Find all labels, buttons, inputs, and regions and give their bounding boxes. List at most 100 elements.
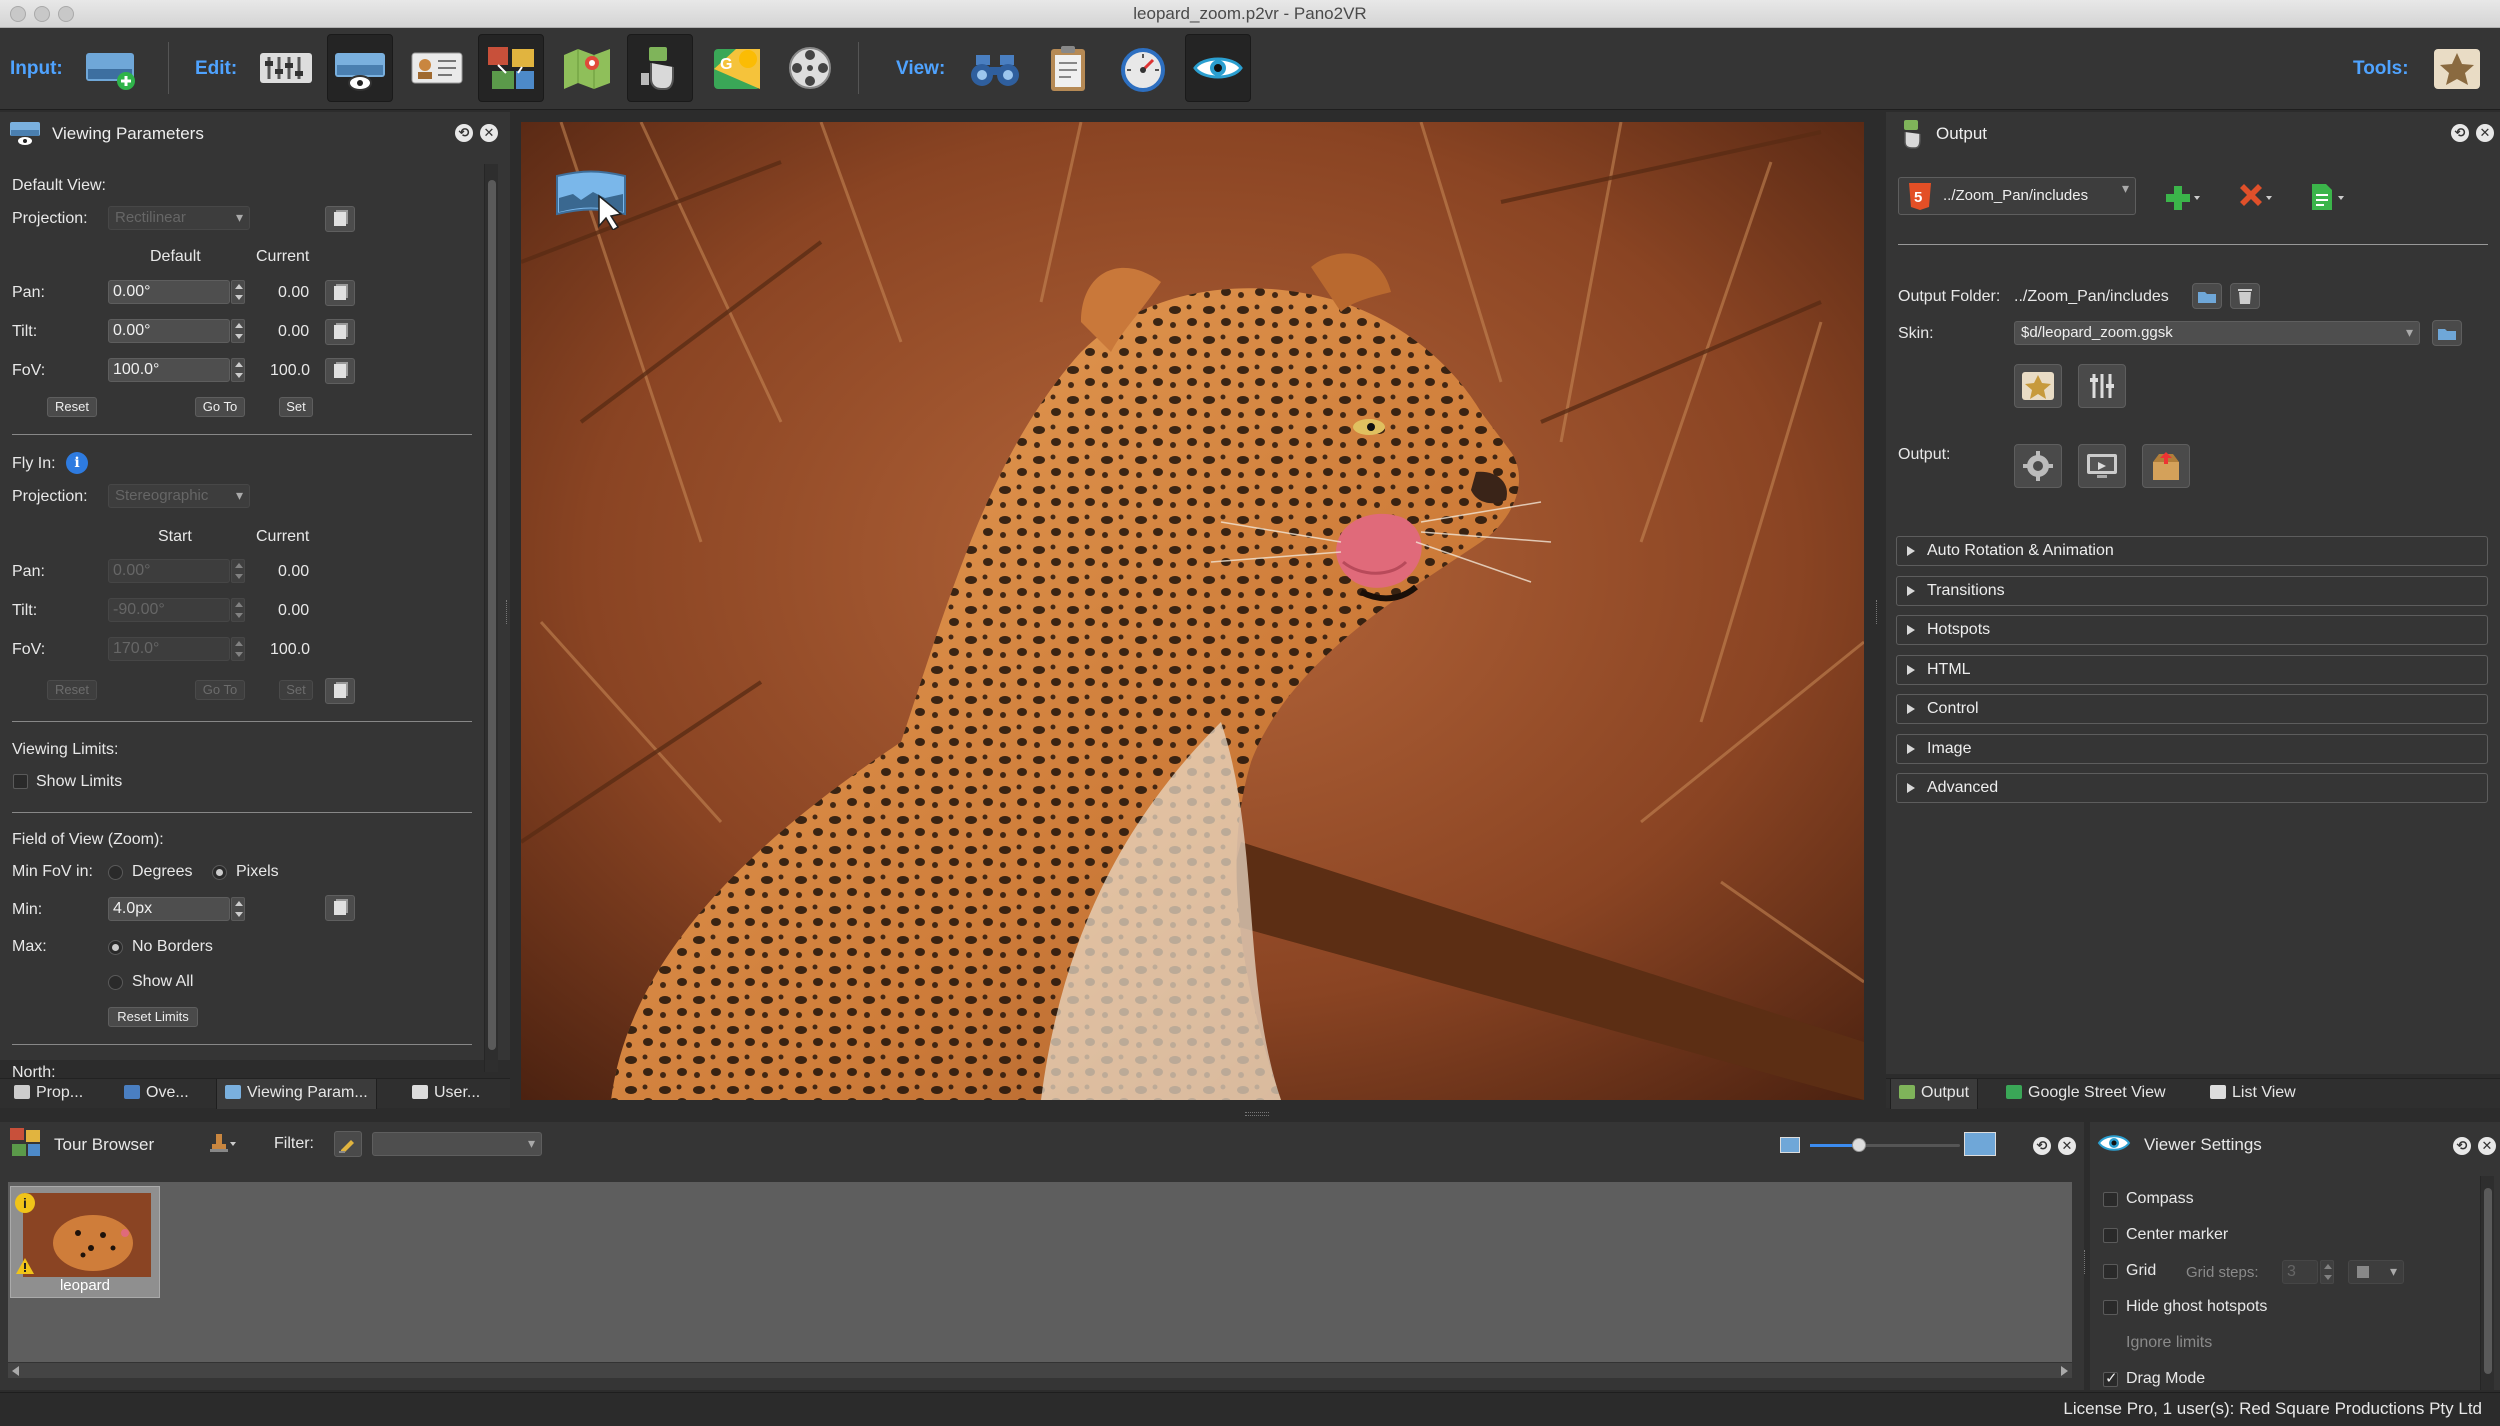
fly-in-fov-stepper[interactable] bbox=[231, 637, 245, 661]
sort-menu-button[interactable] bbox=[206, 1130, 236, 1161]
close-panel-button[interactable]: ✕ bbox=[2476, 124, 2494, 142]
min-fov-stepper[interactable] bbox=[231, 897, 245, 921]
splitter-handle[interactable] bbox=[1245, 1112, 1269, 1116]
tools-button[interactable] bbox=[2424, 34, 2490, 102]
grid-steps-input[interactable]: 3 bbox=[2282, 1260, 2318, 1284]
tab-overview[interactable]: Ove... bbox=[116, 1079, 197, 1109]
scroll-thumb[interactable] bbox=[2484, 1188, 2492, 1374]
min-fov-input[interactable]: 4.0px bbox=[108, 897, 230, 921]
fly-in-set-button[interactable]: Set bbox=[279, 680, 313, 700]
viewer-settings-scrollbar[interactable] bbox=[2480, 1176, 2494, 1390]
splitter-handle[interactable] bbox=[1876, 600, 1880, 624]
google-street-view-button[interactable]: G bbox=[704, 34, 770, 102]
horizontal-scrollbar[interactable] bbox=[8, 1362, 2072, 1378]
tour-browser-content[interactable]: i leopard bbox=[8, 1182, 2072, 1378]
scroll-right-icon[interactable] bbox=[2061, 1366, 2068, 1376]
close-panel-button[interactable]: ✕ bbox=[480, 124, 498, 142]
hide-ghost-hotspots-checkbox[interactable] bbox=[2103, 1300, 2118, 1315]
image-settings-button[interactable] bbox=[253, 34, 319, 102]
preview-button[interactable] bbox=[2078, 444, 2126, 488]
copy-button[interactable] bbox=[325, 206, 355, 232]
info-icon[interactable]: i bbox=[66, 452, 88, 474]
section-html[interactable]: HTML bbox=[1896, 655, 2488, 685]
output-file-button[interactable] bbox=[2308, 182, 2344, 217]
animation-button[interactable] bbox=[627, 34, 693, 102]
add-output-button[interactable] bbox=[2164, 182, 2200, 217]
panorama-viewer[interactable] bbox=[521, 122, 1864, 1100]
filter-tag-button[interactable] bbox=[334, 1131, 362, 1157]
copy-min-button[interactable] bbox=[325, 895, 355, 921]
tour-navigation-overlay-icon[interactable] bbox=[553, 168, 629, 235]
thumbnail-size-slider[interactable] bbox=[1810, 1138, 1960, 1152]
filter-input[interactable] bbox=[372, 1132, 542, 1156]
slider-thumb[interactable] bbox=[1852, 1138, 1866, 1152]
output-settings-button[interactable] bbox=[2014, 444, 2062, 488]
copy-tilt-button[interactable] bbox=[325, 319, 355, 345]
add-media-button[interactable] bbox=[78, 34, 144, 102]
tab-output[interactable]: Output bbox=[1890, 1079, 1979, 1109]
no-borders-radio[interactable] bbox=[108, 940, 123, 955]
open-skin-button[interactable] bbox=[2432, 320, 2462, 346]
fov-stepper[interactable] bbox=[231, 358, 245, 382]
grid-steps-stepper[interactable] bbox=[2320, 1260, 2334, 1284]
degrees-radio[interactable] bbox=[108, 865, 123, 880]
tab-list-view[interactable]: List View bbox=[2202, 1079, 2304, 1109]
default-projection-select[interactable]: Rectilinear bbox=[108, 206, 250, 230]
reset-limits-button[interactable]: Reset Limits bbox=[108, 1007, 198, 1027]
fly-in-tilt-input[interactable]: -90.00° bbox=[108, 598, 230, 622]
show-limits-checkbox[interactable] bbox=[13, 774, 28, 789]
tab-user-data[interactable]: User... bbox=[404, 1079, 488, 1109]
center-marker-checkbox[interactable] bbox=[2103, 1228, 2118, 1243]
pan-stepper[interactable] bbox=[231, 280, 245, 304]
open-folder-button[interactable] bbox=[2192, 283, 2222, 309]
float-panel-button[interactable]: ⟲ bbox=[2453, 1137, 2471, 1155]
default-pan-input[interactable]: 0.00° bbox=[108, 280, 230, 304]
skin-select[interactable]: $d/leopard_zoom.ggsk bbox=[2014, 321, 2420, 345]
viewing-parameters-button[interactable] bbox=[327, 34, 393, 102]
tour-browser-button[interactable] bbox=[478, 34, 544, 102]
pixels-radio[interactable] bbox=[212, 865, 227, 880]
skin-settings-button[interactable] bbox=[2078, 364, 2126, 408]
viewer-settings-button[interactable] bbox=[1185, 34, 1251, 102]
fly-in-goto-button[interactable]: Go To bbox=[195, 680, 245, 700]
fly-in-copy-button[interactable] bbox=[325, 678, 355, 704]
tab-properties[interactable]: Prop... bbox=[6, 1079, 91, 1109]
properties-clipboard-button[interactable] bbox=[1035, 34, 1101, 102]
fly-in-pan-input[interactable]: 0.00° bbox=[108, 559, 230, 583]
copy-pan-button[interactable] bbox=[325, 280, 355, 306]
splitter-handle[interactable] bbox=[506, 600, 510, 624]
fly-in-projection-select[interactable]: Stereographic bbox=[108, 484, 250, 508]
delete-output-button[interactable] bbox=[2236, 182, 2272, 217]
compass-checkbox[interactable] bbox=[2103, 1192, 2118, 1207]
reset-button[interactable]: Reset bbox=[47, 397, 97, 417]
output-target-select[interactable]: 5 ../Zoom_Pan/includes bbox=[1898, 177, 2136, 215]
overview-button[interactable] bbox=[1110, 34, 1176, 102]
package-button[interactable] bbox=[2142, 444, 2190, 488]
binoculars-button[interactable] bbox=[962, 34, 1028, 102]
fly-in-fov-input[interactable]: 170.0° bbox=[108, 637, 230, 661]
skin-editor-button[interactable] bbox=[2014, 364, 2062, 408]
scroll-thumb[interactable] bbox=[488, 180, 496, 1050]
panorama-thumbnail[interactable]: i leopard bbox=[10, 1186, 160, 1298]
goto-button[interactable]: Go To bbox=[195, 397, 245, 417]
tilt-stepper[interactable] bbox=[231, 319, 245, 343]
floor-plan-button[interactable] bbox=[554, 34, 620, 102]
grid-checkbox[interactable] bbox=[2103, 1264, 2118, 1279]
default-fov-input[interactable]: 100.0° bbox=[108, 358, 230, 382]
section-control[interactable]: Control bbox=[1896, 694, 2488, 724]
user-data-button[interactable] bbox=[404, 34, 470, 102]
set-button[interactable]: Set bbox=[279, 397, 313, 417]
copy-fov-button[interactable] bbox=[325, 358, 355, 384]
section-advanced[interactable]: Advanced bbox=[1896, 773, 2488, 803]
float-panel-button[interactable]: ⟲ bbox=[2451, 124, 2469, 142]
float-panel-button[interactable]: ⟲ bbox=[2033, 1137, 2051, 1155]
scroll-left-icon[interactable] bbox=[12, 1366, 19, 1376]
show-all-radio[interactable] bbox=[108, 975, 123, 990]
fly-in-reset-button[interactable]: Reset bbox=[47, 680, 97, 700]
grid-color-select[interactable] bbox=[2348, 1260, 2404, 1284]
section-image[interactable]: Image bbox=[1896, 734, 2488, 764]
fly-in-tilt-stepper[interactable] bbox=[231, 598, 245, 622]
fly-in-pan-stepper[interactable] bbox=[231, 559, 245, 583]
left-panel-scrollbar[interactable] bbox=[484, 164, 498, 1072]
tab-google-street-view[interactable]: Google Street View bbox=[1998, 1079, 2174, 1109]
